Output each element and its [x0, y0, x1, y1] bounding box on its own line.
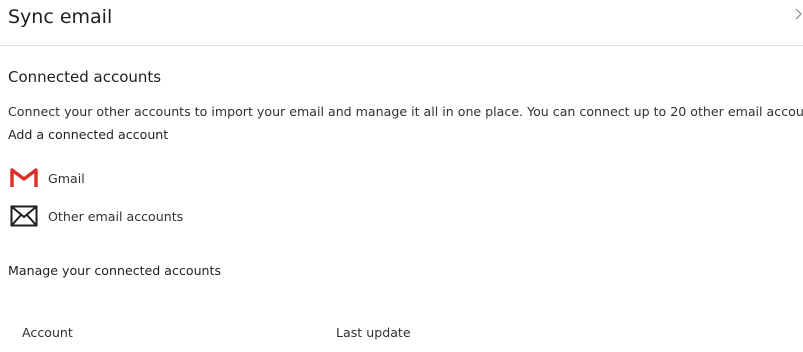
add-connected-account-heading: Add a connected account [8, 127, 169, 142]
connected-accounts-title: Connected accounts [8, 68, 162, 86]
chevron-right-icon[interactable] [793, 6, 803, 22]
gmail-icon [10, 166, 40, 190]
other-email-accounts-option[interactable]: Other email accounts [8, 203, 183, 229]
column-header-last-update[interactable]: Last update [336, 324, 411, 341]
pane-header: Sync email [0, 0, 803, 46]
gmail-option[interactable]: Gmail [8, 165, 85, 191]
other-email-accounts-label: Other email accounts [48, 208, 184, 224]
connected-accounts-description: Connect your other accounts to import yo… [8, 104, 803, 119]
manage-connected-accounts-heading: Manage your connected accounts [8, 263, 222, 278]
column-header-account[interactable]: Account [22, 324, 73, 341]
gmail-option-label: Gmail [48, 170, 85, 186]
pane-title: Sync email [8, 6, 113, 28]
sync-email-pane: Sync email Connected accounts Connect yo… [0, 0, 803, 352]
accounts-table-header: Account Last update [0, 320, 803, 346]
envelope-icon [10, 204, 40, 228]
